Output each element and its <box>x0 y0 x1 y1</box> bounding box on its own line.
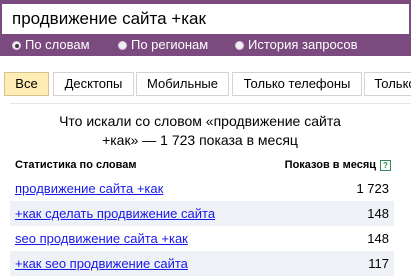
radio-history[interactable]: История запросов <box>235 36 358 54</box>
col-header-words: Статистика по словам <box>15 159 137 171</box>
tab-phones-only[interactable]: Только телефоны <box>232 72 362 96</box>
shows-count: 148 <box>367 206 389 221</box>
radio-by-regions[interactable]: По регионам <box>118 36 208 54</box>
search-input[interactable] <box>2 4 409 34</box>
radio-by-words[interactable]: По словам <box>12 36 90 54</box>
panel-title: Что искали со словом «продвижение сайта … <box>10 112 390 150</box>
table-row: +как сделать продвижение сайта 148 <box>10 201 394 226</box>
radio-label: По словам <box>25 37 90 52</box>
device-tabs: Все Десктопы Мобильные Только телефоны Т… <box>0 72 411 96</box>
shows-count: 117 <box>368 256 389 271</box>
phrase-link[interactable]: продвижение сайта +как <box>15 176 163 201</box>
table-header: Статистика по словам Показов в месяц ? <box>15 159 391 175</box>
phrase-link[interactable]: +как сделать продвижение сайта <box>15 201 215 226</box>
table-row: +как seo продвижение сайта 117 <box>10 251 394 276</box>
search-header: По словам По регионам История запросов <box>0 0 411 56</box>
radio-label: По регионам <box>131 37 209 52</box>
tab-all[interactable]: Все <box>4 72 49 96</box>
shows-count: 1 723 <box>356 181 389 196</box>
tab-label: Только телефоны <box>243 76 351 91</box>
search-mode-radios: По словам По регионам История запросов <box>0 36 411 54</box>
tab-label: Мобильные <box>146 76 219 91</box>
radio-unchecked-icon <box>118 41 127 50</box>
radio-checked-icon <box>12 41 21 50</box>
tab-mobile[interactable]: Мобильные <box>136 72 229 96</box>
panel-title-line2: +как» — 1 723 показа в месяц <box>102 132 298 148</box>
help-icon[interactable]: ? <box>380 160 391 171</box>
table-row: продвижение сайта +как 1 723 <box>10 176 394 201</box>
radio-label: История запросов <box>248 37 358 52</box>
tab-label: Только <box>374 76 411 91</box>
panel-title-line1: Что искали со словом «продвижение сайта <box>59 113 341 129</box>
phrase-link[interactable]: +как seo продвижение сайта <box>15 251 188 276</box>
tab-desktops[interactable]: Десктопы <box>53 72 134 96</box>
col-header-shows: Показов в месяц <box>284 159 376 171</box>
table-row: seo продвижение сайта +как 148 <box>10 226 394 251</box>
shows-count: 148 <box>367 231 389 246</box>
tab-only-more[interactable]: Только <box>364 72 411 96</box>
tab-label: Все <box>15 76 38 91</box>
radio-unchecked-icon <box>235 41 244 50</box>
word-stats-panel: Что искали со словом «продвижение сайта … <box>10 103 411 276</box>
tab-label: Десктопы <box>64 76 123 91</box>
phrase-link[interactable]: seo продвижение сайта +как <box>15 226 188 251</box>
